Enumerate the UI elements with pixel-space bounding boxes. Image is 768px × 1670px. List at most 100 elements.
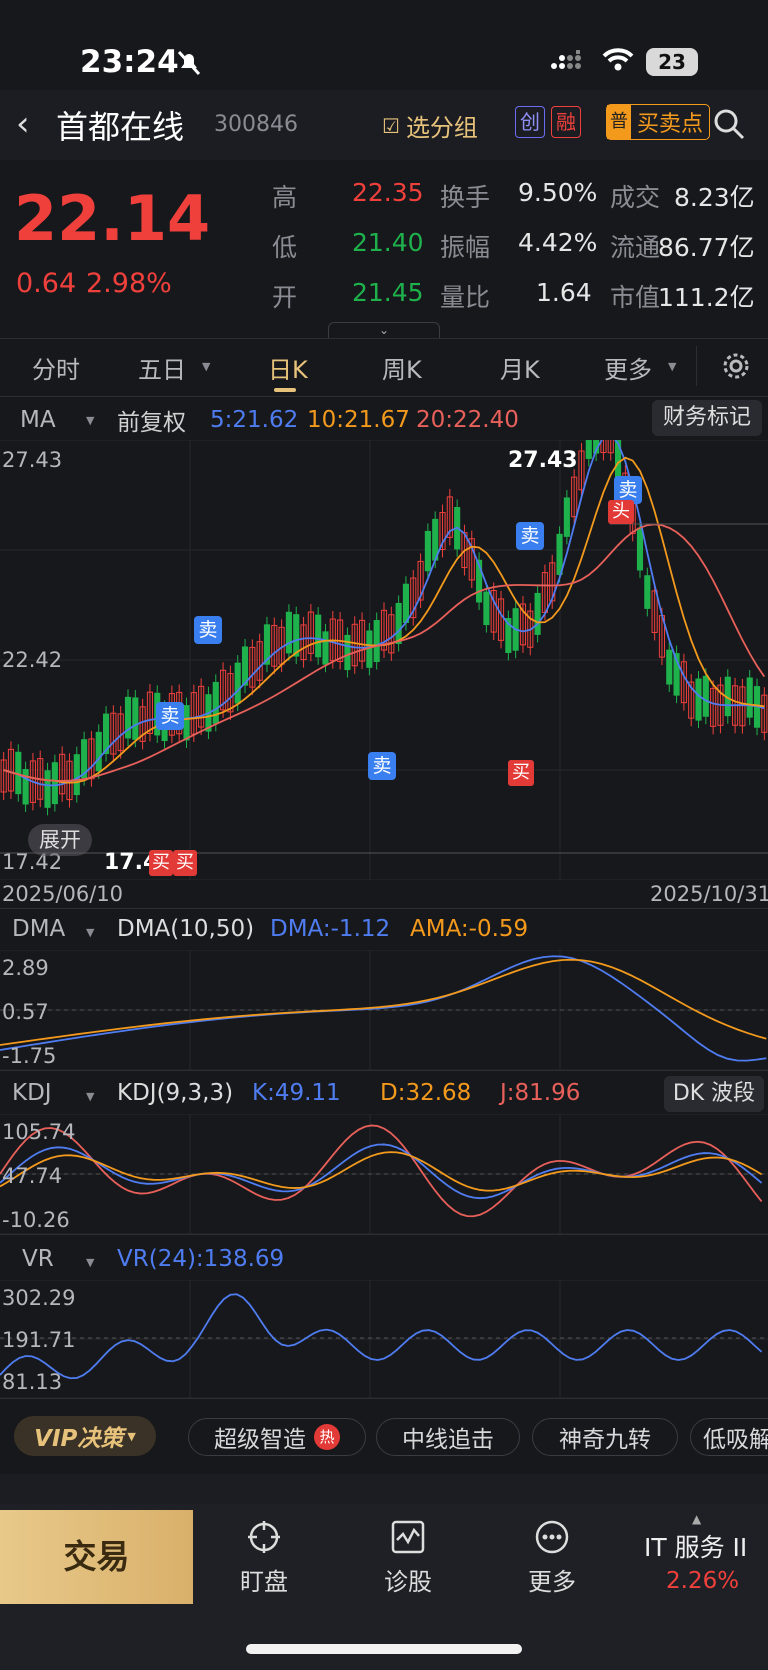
buy-signal[interactable]: 买: [149, 850, 173, 876]
head-signal[interactable]: 头: [608, 500, 634, 524]
wifi-icon: [602, 48, 634, 71]
dma-value: DMA:-1.12: [270, 916, 391, 942]
kdj-params: KDJ(9,3,3): [117, 1080, 234, 1106]
strategy-label: 超级智造: [214, 1427, 306, 1453]
tag-pu: 普: [607, 105, 631, 139]
tab-daily-k[interactable]: 日K: [268, 350, 308, 385]
vip-decision-button[interactable]: VIP决策 ▼: [14, 1416, 156, 1456]
stat-label-turnover: 换手: [440, 183, 491, 212]
tab-more[interactable]: 更多: [604, 350, 652, 385]
hot-badge: 热: [314, 1424, 340, 1450]
kdj-selector[interactable]: KDJ: [12, 1080, 52, 1106]
kdj-y2: 47.74: [2, 1164, 63, 1188]
stat-label-float: 流通: [610, 233, 661, 262]
buy-signal[interactable]: 买: [508, 760, 534, 786]
expand-button[interactable]: 展开: [28, 824, 92, 856]
ama-value: AMA:-0.59: [410, 916, 529, 942]
tag-rong: 融: [551, 106, 581, 138]
more-dots-icon: [535, 1520, 569, 1554]
price-change-pct: 2.98%: [86, 268, 172, 299]
vip-decision-label: VIP决策: [34, 1426, 124, 1452]
tab-five-day[interactable]: 五日: [138, 350, 186, 385]
kline-chart[interactable]: [0, 440, 768, 880]
stock-code: 300846: [214, 112, 298, 137]
buy-sell-label: 买卖点: [637, 112, 704, 137]
status-bar: 23:24 23: [0, 0, 768, 90]
dma-selector[interactable]: DMA: [12, 916, 65, 942]
strategy-label: 低吸解: [703, 1427, 768, 1453]
search-icon[interactable]: [713, 108, 745, 140]
stat-label-volume-ratio: 量比: [440, 283, 491, 312]
stat-value-open: 21.45: [352, 278, 424, 307]
diagnosis-chart-icon: [391, 1520, 425, 1554]
dma-y3: -1.75: [2, 1044, 57, 1068]
ma10-value: 10:21.67: [307, 407, 410, 433]
nav-more[interactable]: 更多: [487, 1562, 617, 1597]
strategy-magic-nine[interactable]: 神奇九转: [532, 1418, 678, 1456]
nav-diagnose[interactable]: 诊股: [343, 1562, 473, 1597]
vr-value: VR(24):138.69: [117, 1246, 285, 1272]
last-price: 22.14: [14, 182, 211, 255]
sector-change: 2.26%: [666, 1568, 740, 1594]
vr-y1: 302.29: [2, 1286, 76, 1310]
kdj-y3: -10.26: [2, 1208, 70, 1232]
expand-quote-toggle[interactable]: ⌄: [328, 322, 440, 338]
strategy-label: 神奇九转: [559, 1427, 651, 1453]
tab-monthly-k[interactable]: 月K: [500, 350, 540, 385]
stat-value-mktcap: 111.2亿: [658, 283, 755, 312]
sector-name[interactable]: IT 服务 II: [644, 1528, 747, 1564]
stat-value-turnover: 9.50%: [518, 178, 598, 207]
expand-up-icon: ▲: [692, 1512, 702, 1526]
sell-signal[interactable]: 卖: [194, 616, 222, 644]
kdj-y1: 105.74: [2, 1120, 76, 1144]
strategy-label: 中线追击: [402, 1427, 494, 1453]
stat-label-amount: 成交: [610, 183, 661, 212]
crosshair-icon: [248, 1521, 280, 1553]
select-group-label: 选分组: [405, 114, 478, 142]
dma-chart[interactable]: [0, 950, 768, 1070]
stat-label-amplitude: 振幅: [440, 233, 491, 262]
vr-y2: 191.71: [2, 1328, 76, 1352]
vr-selector[interactable]: VR: [22, 1246, 54, 1272]
stock-name: 首都在线: [56, 108, 185, 146]
buy-sell-button[interactable]: 普 买卖点: [606, 104, 711, 140]
y-axis-top: 27.43: [2, 448, 63, 472]
ma20-value: 20:22.40: [416, 407, 519, 433]
high-marker: 27.43: [508, 448, 578, 473]
stat-value-volume-ratio: 1.64: [536, 278, 592, 307]
dk-band-button[interactable]: DK 波段: [664, 1076, 764, 1112]
battery-icon: 23: [646, 48, 698, 76]
kdj-d-value: D:32.68: [380, 1080, 472, 1106]
strategy-super-manufacture[interactable]: 超级智造 热: [188, 1418, 366, 1456]
trade-button[interactable]: 交易: [0, 1510, 193, 1604]
dma-params: DMA(10,50): [117, 916, 255, 942]
nav-watch[interactable]: 盯盘: [199, 1562, 329, 1597]
stat-value-high: 22.35: [352, 178, 424, 207]
tag-chuang: 创: [515, 106, 545, 138]
sell-signal[interactable]: 卖: [156, 702, 184, 730]
signal-icon: [551, 50, 581, 69]
date-start: 2025/06/10: [2, 882, 124, 906]
back-button[interactable]: ‹: [16, 104, 30, 144]
date-end: 2025/10/31: [650, 882, 768, 906]
financial-mark-button[interactable]: 财务标记: [652, 400, 762, 436]
tab-weekly-k[interactable]: 周K: [382, 350, 422, 385]
dma-y1: 2.89: [2, 956, 49, 980]
stat-label-mktcap: 市值: [610, 283, 661, 312]
settings-gear-icon[interactable]: [720, 350, 752, 382]
ma-adjust[interactable]: 前复权: [117, 403, 186, 437]
kdj-chart[interactable]: [0, 1114, 768, 1234]
strategy-midline[interactable]: 中线追击: [376, 1418, 520, 1456]
vr-chart[interactable]: [0, 1280, 768, 1398]
hidden-tab-strip: [0, 1474, 768, 1504]
stat-value-amount: 8.23亿: [674, 183, 755, 212]
select-group-button[interactable]: ☑ 选分组: [382, 108, 478, 143]
sell-signal[interactable]: 卖: [368, 752, 396, 780]
ma-selector[interactable]: MA: [20, 407, 56, 433]
buy-signal[interactable]: 买: [173, 850, 197, 876]
stat-value-float: 86.77亿: [658, 233, 755, 262]
sell-signal[interactable]: 卖: [516, 522, 544, 550]
tab-intraday[interactable]: 分时: [32, 350, 80, 385]
strategy-low-buy[interactable]: 低吸解: [690, 1418, 768, 1456]
kdj-j-value: J:81.96: [500, 1080, 581, 1106]
